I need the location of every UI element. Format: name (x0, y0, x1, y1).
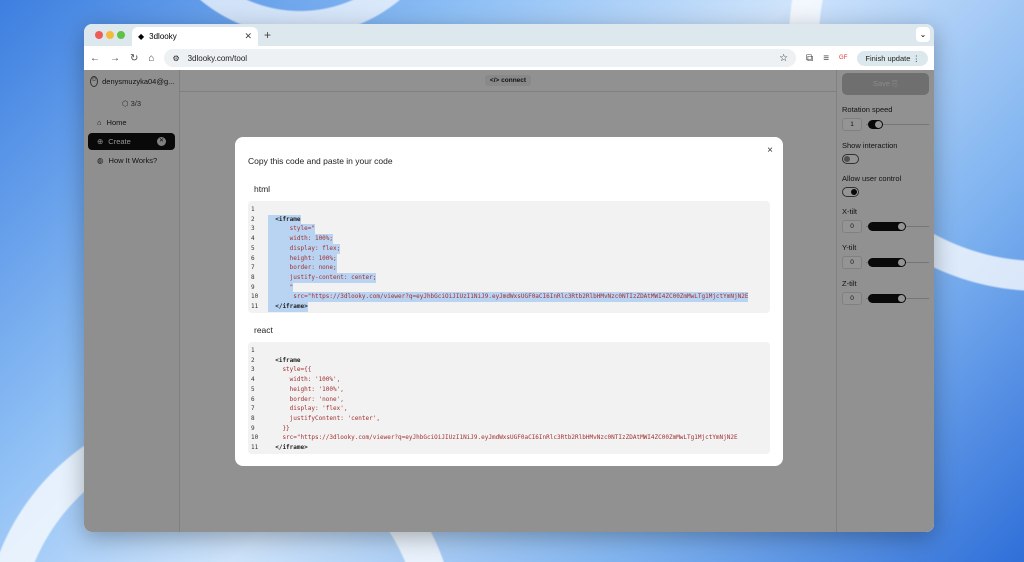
forward-icon[interactable]: → (110, 53, 120, 64)
home-icon[interactable]: ⌂ (148, 53, 154, 64)
line-number: 2 (251, 356, 255, 364)
dialog-title: Copy this code and paste in your code (248, 156, 393, 166)
line-number: 5 (251, 385, 255, 393)
code-line: 6 height: 100%; (251, 253, 767, 264)
line-number: 11 (251, 444, 259, 452)
line-number: 3 (251, 366, 255, 374)
line-number: 3 (251, 225, 255, 233)
line-number: 1 (251, 206, 255, 213)
reload-icon[interactable]: ↻ (130, 53, 138, 64)
line-number: 6 (251, 395, 255, 403)
minimize-window-button[interactable] (106, 31, 114, 39)
code-text: border: 'none', (268, 395, 344, 403)
line-number: 10 (251, 434, 259, 442)
tab-title: 3dlooky (149, 32, 177, 41)
code-line: 9 " (251, 282, 767, 293)
site-settings-icon[interactable]: ⚙ (172, 54, 179, 63)
code-line: 2 <iframe (251, 356, 767, 366)
code-line: 4 width: '100%', (251, 375, 767, 385)
code-line: 6 border: 'none', (251, 395, 767, 405)
extensions-icon[interactable]: ⧉ (806, 53, 813, 64)
new-tab-button[interactable]: + (264, 28, 271, 42)
code-text: style=" (268, 224, 315, 235)
close-window-button[interactable] (95, 31, 103, 39)
code-line: 3 style=" (251, 224, 767, 235)
code-text: justify-content: center; (268, 272, 377, 283)
maximize-window-button[interactable] (117, 31, 125, 39)
code-text: style={{ (268, 366, 312, 374)
line-number: 10 (251, 293, 259, 301)
code-line: 4 width: 100%; (251, 234, 767, 244)
embed-code-dialog: × Copy this code and paste in your code … (235, 137, 783, 466)
line-number: 11 (251, 303, 259, 311)
code-text: </iframe> (268, 302, 308, 312)
cube-favicon-icon: ◆ (138, 32, 145, 41)
line-number: 6 (251, 254, 255, 262)
code-text: </iframe> (268, 444, 308, 452)
line-number: 7 (251, 405, 255, 413)
code-line: 2 <iframe (251, 214, 767, 225)
code-text: justifyContent: 'center', (268, 414, 380, 422)
react-section-label: react (254, 325, 273, 335)
code-text: display: flex; (268, 243, 341, 254)
code-text: src="https://3dlooky.com/viewer?q=eyJhbG… (268, 434, 738, 442)
browser-window: ◆ 3dlooky ✕ + ⌄ ← → ↻ ⌂ ⚙ 3dlooky.com/to… (84, 24, 934, 532)
browser-tab[interactable]: ◆ 3dlooky ✕ (132, 27, 258, 46)
line-number: 9 (251, 424, 255, 432)
code-text: height: 100%; (268, 253, 337, 264)
html-code-block[interactable]: 12 <iframe 3 style=" 4 width: 100%; 5 displ… (248, 201, 770, 313)
url-text: 3dlooky.com/tool (187, 53, 248, 63)
code-line: 11 </iframe> (251, 302, 767, 312)
code-text: <iframe (268, 356, 301, 364)
line-number: 5 (251, 244, 255, 252)
code-line: 11 </iframe> (251, 443, 767, 453)
code-line: 1 (251, 346, 767, 356)
finish-update-button[interactable]: Finish update ⋮ (857, 50, 928, 66)
tab-search-button[interactable]: ⌄ (916, 27, 930, 42)
code-line: 10 src="https://3dlooky.com/viewer?q=eyJ… (251, 433, 767, 443)
bookmark-star-icon[interactable]: ☆ (779, 53, 788, 64)
extension-badge[interactable]: GF (839, 55, 847, 61)
code-line: 8 justify-content: center; (251, 272, 767, 283)
code-line: 7 border: none; (251, 263, 767, 273)
line-number: 1 (251, 347, 255, 354)
line-number: 8 (251, 273, 255, 281)
html-section-label: html (254, 184, 271, 194)
line-number: 7 (251, 264, 255, 272)
code-text: display: 'flex', (268, 405, 348, 413)
code-line: 9 }} (251, 424, 767, 434)
line-number: 9 (251, 283, 255, 291)
code-text: src="https://3dlooky.com/viewer?q=eyJhbG… (268, 292, 749, 303)
line-number: 8 (251, 414, 255, 422)
code-text: " (268, 282, 294, 293)
close-tab-icon[interactable]: ✕ (244, 31, 252, 42)
code-text: height: '100%', (268, 385, 344, 393)
line-number: 4 (251, 376, 255, 384)
line-number: 2 (251, 215, 255, 223)
address-bar[interactable]: ⚙ 3dlooky.com/tool ☆ (164, 49, 797, 67)
code-line: 5 height: '100%', (251, 385, 767, 395)
code-line: 7 display: 'flex', (251, 404, 767, 414)
code-line: 10 src="https://3dlooky.com/viewer?q=eyJ… (251, 292, 767, 303)
code-text: }} (268, 424, 290, 432)
code-line: 8 justifyContent: 'center', (251, 414, 767, 424)
react-code-block[interactable]: 12 <iframe 3 style={{4 width: '100%', 5 he… (248, 342, 770, 454)
reading-list-icon[interactable]: ≡ (823, 53, 829, 64)
code-line: 5 display: flex; (251, 243, 767, 254)
close-dialog-icon[interactable]: × (767, 145, 773, 156)
code-line: 3 style={{ (251, 365, 767, 375)
line-number: 4 (251, 235, 255, 243)
code-line: 1 (251, 205, 767, 215)
back-icon[interactable]: ← (90, 53, 100, 64)
code-text: width: '100%', (268, 376, 341, 384)
code-text: width: 100%; (268, 234, 334, 244)
code-text: <iframe (268, 214, 301, 225)
tab-bar: ◆ 3dlooky ✕ + ⌄ (84, 24, 934, 46)
code-text: border: none; (268, 263, 337, 273)
browser-toolbar: ← → ↻ ⌂ ⚙ 3dlooky.com/tool ☆ ⧉ ≡ GF Fini… (84, 46, 934, 70)
